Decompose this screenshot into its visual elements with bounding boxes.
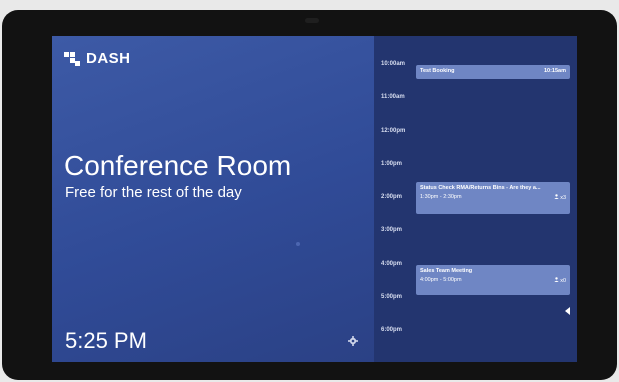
event-block[interactable]: Test Booking 10:15am (416, 65, 570, 79)
logo-text: DASH (86, 50, 131, 67)
hour-label: 12:00pm (381, 128, 406, 134)
hour-label: 10:00am (381, 61, 406, 67)
chevron-left-icon[interactable] (565, 307, 570, 315)
schedule-panel: 10:00am 11:00am 12:00pm 1:00pm 2:00pm 3:… (374, 36, 577, 362)
dash-logo-icon (64, 51, 80, 66)
event-details: 1:30pm - 2:30pm x3 (420, 194, 566, 201)
person-icon (553, 277, 559, 282)
current-time: 5:25 PM (65, 328, 147, 353)
event-details: 4:00pm - 5:00pm x0 (420, 277, 566, 284)
event-block[interactable]: Sales Team Meeting 4:00pm - 5:00pm x0 (416, 265, 570, 295)
room-availability-status: Free for the rest of the day (65, 184, 242, 201)
indicator-dot (296, 242, 300, 246)
hour-label: 6:00pm (381, 327, 403, 333)
person-icon (553, 194, 559, 199)
event-title: Status Check RMA/Returns Bins - Are they… (420, 185, 541, 191)
room-status-panel: DASH Conference Room Free for the rest o… (52, 36, 374, 362)
event-time: 4:00pm - 5:00pm (420, 277, 462, 283)
hour-label: 11:00am (381, 94, 405, 100)
attendee-count-text: x3 (560, 195, 566, 201)
hour-label: 3:00pm (381, 227, 403, 233)
hour-label: 1:00pm (381, 161, 403, 167)
event-title: Sales Team Meeting (420, 268, 473, 274)
hour-label: 4:00pm (381, 261, 403, 267)
room-display-screen: DASH Conference Room Free for the rest o… (52, 36, 577, 362)
hour-label: 5:00pm (381, 294, 403, 300)
room-name: Conference Room (64, 150, 292, 181)
attendee-count-text: x0 (560, 278, 566, 284)
event-time: 10:15am (543, 68, 566, 74)
event-block[interactable]: Status Check RMA/Returns Bins - Are they… (416, 182, 570, 214)
attendee-count: x3 (553, 194, 566, 201)
gear-icon[interactable] (348, 336, 358, 346)
event-time: 1:30pm - 2:30pm (420, 194, 462, 200)
brand-logo: DASH (64, 50, 131, 67)
camera (305, 18, 319, 23)
hour-label: 2:00pm (381, 194, 403, 200)
attendee-count: x0 (553, 277, 566, 284)
